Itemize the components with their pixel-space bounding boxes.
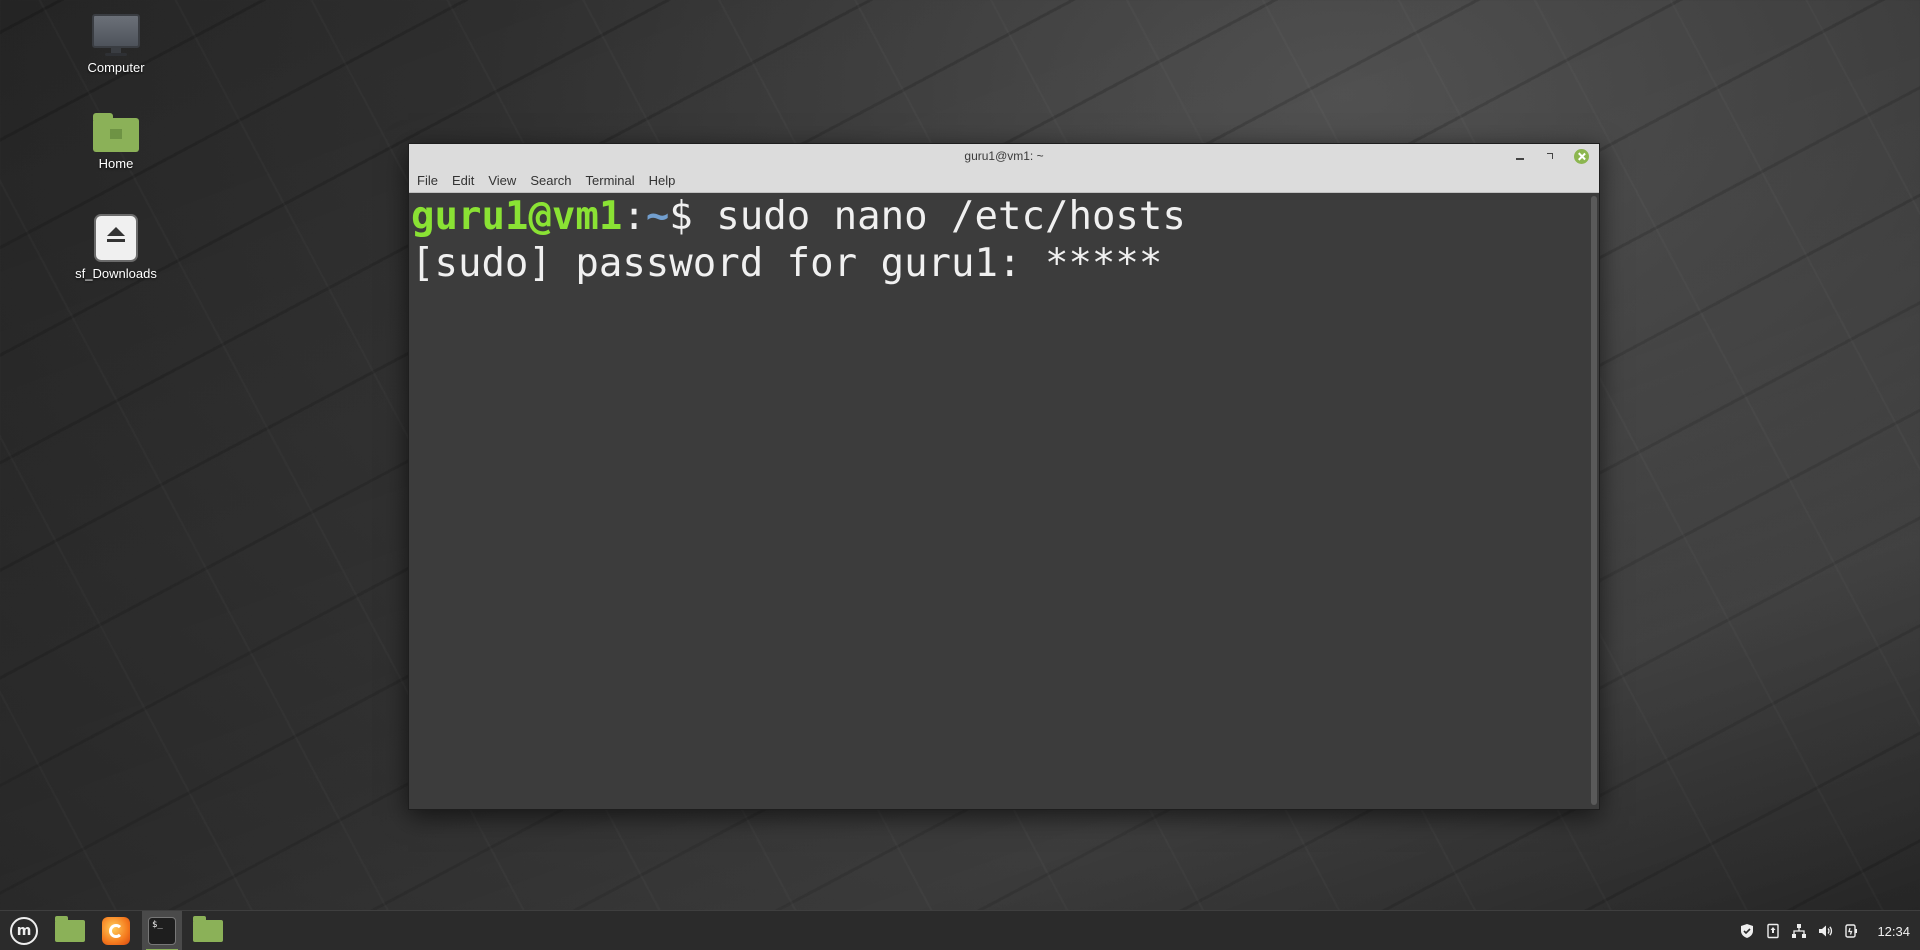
prompt-path: ~ — [645, 194, 670, 239]
close-button[interactable] — [1574, 148, 1589, 164]
network-icon[interactable] — [1791, 923, 1807, 939]
maximize-button[interactable] — [1544, 150, 1556, 162]
prompt-colon: : — [622, 194, 646, 239]
terminal-window[interactable]: guru1@vm1: ~ File Edit View Search Termi… — [408, 143, 1600, 810]
minimize-button[interactable] — [1514, 150, 1526, 162]
firefox-icon — [102, 917, 130, 945]
menu-bar: File Edit View Search Terminal Help — [409, 168, 1599, 193]
update-manager-icon[interactable] — [1765, 923, 1781, 939]
terminal-command: sudo nano /etc/hosts — [692, 194, 1186, 239]
desktop-icon-label: Home — [98, 156, 134, 171]
terminal-scrollbar[interactable] — [1591, 196, 1597, 805]
prompt-user: guru1@vm1 — [411, 194, 623, 239]
mint-menu-icon: m — [10, 917, 38, 945]
menu-search[interactable]: Search — [530, 173, 579, 188]
home-folder-icon — [60, 113, 172, 152]
computer-icon — [60, 14, 172, 56]
window-titlebar[interactable]: guru1@vm1: ~ — [409, 144, 1599, 168]
desktop-icon-computer[interactable]: Computer — [60, 14, 172, 75]
desktop-icon-sf-downloads[interactable]: sf_Downloads — [60, 214, 172, 281]
taskbar-files-launcher[interactable] — [50, 911, 90, 950]
terminal-line: [sudo] password for guru1: ***** — [411, 241, 1163, 286]
prompt-symbol: $ — [669, 194, 693, 239]
power-icon[interactable] — [1843, 923, 1859, 939]
shield-icon[interactable] — [1739, 923, 1755, 939]
clock[interactable]: 12:34 — [1877, 924, 1910, 939]
window-title: guru1@vm1: ~ — [964, 149, 1044, 163]
terminal-output[interactable]: guru1@vm1:~$ sudo nano /etc/hosts [sudo]… — [409, 193, 1599, 809]
files-icon — [55, 916, 85, 942]
taskbar-firefox-launcher[interactable] — [96, 911, 136, 950]
terminal-line: guru1@vm1:~$ sudo nano /etc/hosts — [411, 193, 1599, 240]
menu-terminal[interactable]: Terminal — [586, 173, 643, 188]
taskbar-files-window[interactable] — [188, 911, 228, 950]
menu-file[interactable]: File — [417, 173, 446, 188]
files-icon — [193, 916, 223, 942]
menu-help[interactable]: Help — [649, 173, 684, 188]
eject-drive-icon — [60, 214, 172, 262]
desktop-icon-label: Computer — [87, 60, 145, 75]
terminal-icon: $_ — [148, 917, 176, 945]
desktop-icon-home[interactable]: Home — [60, 113, 172, 171]
taskbar-terminal-window[interactable]: $_ — [142, 911, 182, 950]
taskbar: m $_ 12:34 — [0, 910, 1920, 950]
desktop-icon-label: sf_Downloads — [75, 266, 157, 281]
volume-icon[interactable] — [1817, 923, 1833, 939]
menu-button[interactable]: m — [4, 911, 44, 950]
system-tray: 12:34 — [1739, 923, 1920, 939]
menu-view[interactable]: View — [488, 173, 524, 188]
menu-edit[interactable]: Edit — [452, 173, 482, 188]
